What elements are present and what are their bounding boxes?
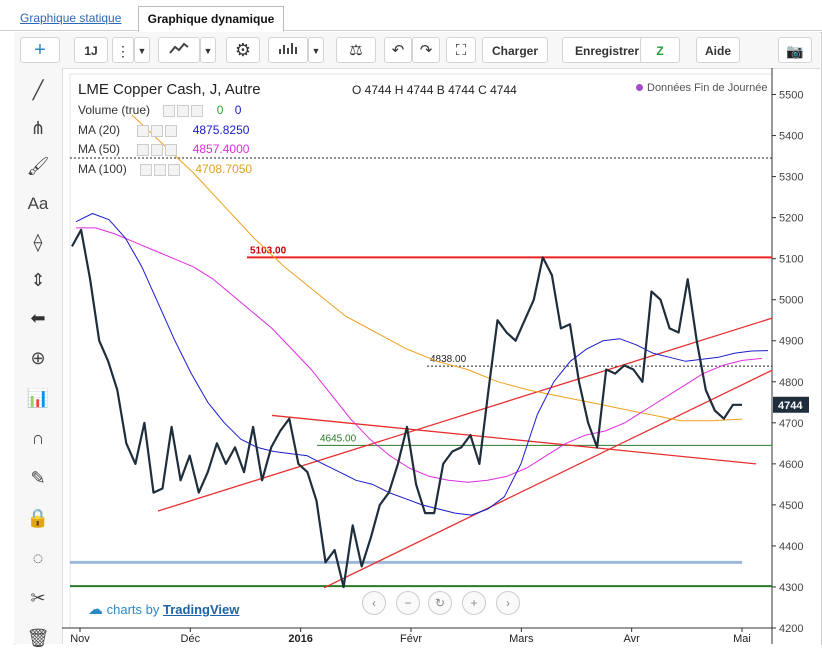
x-tick-label: Mars — [509, 633, 534, 644]
hide-icon[interactable]: ◌ — [22, 544, 54, 572]
settings-icon[interactable] — [137, 143, 150, 156]
symbol-title: LME Copper Cash, J, Autre — [78, 81, 261, 98]
y-tick-label: 4500 — [779, 500, 803, 512]
pattern-icon[interactable]: ⟠ — [22, 228, 54, 256]
fullscreen-icon[interactable]: ⛶ — [446, 37, 476, 63]
legend-volume: Volume (true) 0 0 — [78, 103, 242, 117]
measure-icon[interactable]: ⇕ — [22, 266, 54, 294]
lock-icon[interactable]: 🔒 — [22, 504, 54, 532]
x-tick-label: Nov — [70, 633, 90, 644]
close-icon[interactable] — [165, 124, 178, 137]
load-button[interactable]: Charger — [482, 37, 548, 63]
y-tick-label: 4200 — [779, 623, 803, 635]
save-button[interactable]: Enregistrer — [562, 37, 652, 63]
zoom-out-button[interactable]: − — [396, 591, 420, 615]
line-chart-icon — [169, 42, 189, 54]
eod-dot-icon — [636, 84, 643, 91]
cloud-icon: ☁ — [88, 601, 103, 618]
chevron-down-icon[interactable]: ▼ — [200, 37, 216, 63]
interval-button[interactable]: 1J — [74, 37, 108, 63]
gear-icon[interactable]: ⚙ — [226, 37, 260, 63]
undo-icon[interactable]: ↶ — [384, 37, 412, 63]
legend-ma100: MA (100) 4708.7050 — [78, 162, 253, 176]
zoom-in-button[interactable]: + — [462, 591, 486, 615]
trend-line-icon[interactable]: ╱ — [22, 76, 54, 104]
y-tick-label: 4800 — [779, 377, 803, 389]
remove-tools-icon[interactable]: ✂ — [22, 584, 54, 612]
eod-label: Données Fin de Journée — [636, 82, 767, 94]
tab-bar: Graphique statique Graphique dynamique — [0, 0, 822, 32]
y-tick-label: 4700 — [779, 418, 803, 430]
zoom-icon[interactable]: ⊕ — [22, 344, 54, 372]
crosshair-icon[interactable]: + — [20, 37, 60, 63]
legend-ma50: MA (50) 4857.4000 — [78, 142, 250, 156]
ohlc-values: O 4744 H 4744 B 4744 C 4744 — [352, 83, 517, 97]
y-tick-label: 4400 — [779, 541, 803, 553]
y-tick-label: 5500 — [779, 90, 803, 102]
settings-icon[interactable] — [151, 124, 164, 137]
chart-type-button[interactable] — [158, 37, 200, 63]
tab-static-chart[interactable]: Graphique statique — [20, 8, 121, 28]
pitchfork-icon[interactable]: ⋔ — [22, 114, 54, 142]
y-tick-label: 4300 — [779, 582, 803, 594]
close-icon[interactable] — [168, 163, 181, 176]
tradingview-branding[interactable]: ☁ charts by TradingView — [88, 600, 239, 618]
y-tick-label: 5100 — [779, 254, 803, 266]
close-icon[interactable] — [191, 104, 204, 117]
y-tick-label: 5000 — [779, 295, 803, 307]
back-arrow-icon[interactable]: ⬅ — [22, 304, 54, 332]
x-tick-label: Avr — [624, 633, 641, 644]
text-tool-icon[interactable]: Aa — [22, 190, 54, 218]
settings-icon[interactable] — [151, 143, 164, 156]
trash-icon[interactable]: 🗑 — [22, 624, 54, 652]
close-icon[interactable] — [165, 143, 178, 156]
stay-drawing-icon[interactable]: ✎ — [22, 464, 54, 492]
y-tick-label: 5300 — [779, 172, 803, 184]
tab-dynamic-chart[interactable]: Graphique dynamique — [138, 6, 284, 32]
bars-icon[interactable]: 📊 — [22, 384, 54, 412]
publish-icon[interactable]: Z — [640, 37, 680, 63]
drawing-toolbar: ╱ ⋔ 🖌 Aa ⟠ ⇕ ⬅ ⊕ 📊 ∩ ✎ 🔒 ◌ ✂ 🗑 — [14, 68, 63, 648]
camera-icon[interactable]: 📷 — [778, 37, 812, 63]
brush-icon[interactable]: 🖌 — [22, 152, 54, 180]
indicators-icon — [279, 43, 297, 54]
settings-icon[interactable] — [137, 124, 150, 137]
last-price-label: 4744 — [778, 400, 803, 412]
settings-icon[interactable] — [163, 104, 176, 117]
x-tick-label: 2016 — [288, 633, 312, 644]
y-tick-label: 5400 — [779, 131, 803, 143]
chevron-down-icon[interactable]: ▼ — [134, 37, 150, 63]
scroll-left-button[interactable]: ‹ — [362, 591, 386, 615]
compare-scale-icon[interactable]: ⚖ — [336, 37, 376, 63]
y-tick-label: 4600 — [779, 459, 803, 471]
legend-ma20: MA (20) 4875.8250 — [78, 123, 250, 137]
scroll-right-button[interactable]: › — [496, 591, 520, 615]
y-tick-label: 5200 — [779, 213, 803, 225]
reset-button[interactable]: ↻ — [428, 591, 452, 615]
settings-icon[interactable] — [154, 163, 167, 176]
settings-icon[interactable] — [140, 163, 153, 176]
y-tick-label: 4900 — [779, 336, 803, 348]
x-tick-label: Févr — [400, 633, 422, 644]
level-label: 4838.00 — [430, 354, 467, 365]
x-tick-label: Déc — [181, 633, 201, 644]
help-button[interactable]: Aide — [696, 37, 740, 63]
indicators-button[interactable] — [268, 37, 308, 63]
more-icon[interactable]: ⋮ — [112, 37, 134, 63]
chevron-down-icon[interactable]: ▼ — [308, 37, 324, 63]
settings-icon[interactable] — [177, 104, 190, 117]
redo-icon[interactable]: ↷ — [412, 37, 440, 63]
top-toolbar: + 1J ⋮ ▼ ▼ ⚙ ▼ ⚖ ↶ ↷ ⛶ Charger Enregistr… — [14, 32, 820, 69]
x-tick-label: Mai — [733, 633, 751, 644]
level-label: 4645.00 — [320, 433, 357, 444]
magnet-icon[interactable]: ∩ — [22, 424, 54, 452]
